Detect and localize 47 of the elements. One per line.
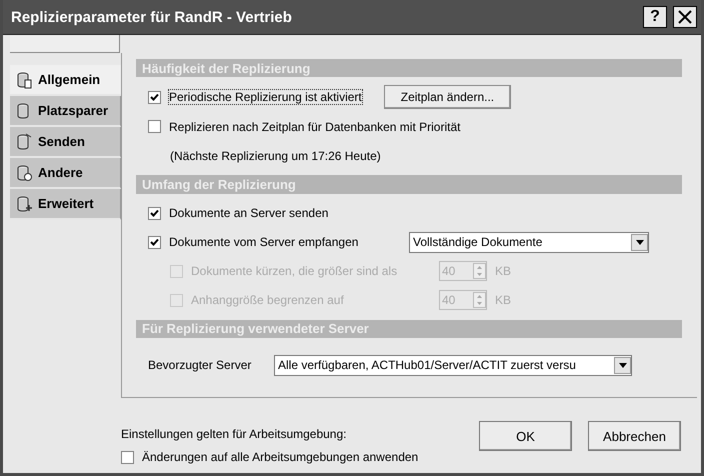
section-header: Für Replizierung verwendeter Server [136,320,682,338]
dialog-button[interactable]: Abbrechen [588,421,681,451]
section-header: Umfang der Replizierung [136,175,682,194]
tab-label: Erweitert [38,196,94,211]
caret-icon [618,362,626,368]
caret-icon [636,240,644,245]
sidebar-tab[interactable]: Erweitert [10,189,121,220]
spinner-arrows-icon [473,263,486,280]
checkbox[interactable] [121,450,134,464]
database-icon [16,70,32,88]
tab-label: Allgemein [38,72,100,87]
checkbox-label: Dokumente kürzen, die größer sind als [191,264,398,278]
note-text: (Nächste Replizierung um 17:26 Heute) [170,148,381,163]
schedule-button[interactable]: Zeitplan ändern... [384,85,512,110]
checkbox-label: Dokumente an Server senden [169,206,328,220]
footer-note: Einstellungen gelten für Arbeitsumgebung: [121,427,348,441]
sidebar-tab[interactable]: Senden [10,127,121,158]
checkbox[interactable] [148,206,161,220]
close-icon [678,10,692,24]
tab-label: Andere [38,165,83,180]
database-icon [16,164,32,182]
checkbox-label: Dokumente vom Server empfangen [169,235,360,250]
dropdown[interactable]: Alle verfügbaren, ACTHub01/Server/ACTIT zuerst versu [274,354,632,376]
database-icon [16,194,32,212]
section-header: Häufigkeit der Replizierung [136,59,682,78]
unit-label: KB [495,293,512,308]
close-button[interactable] [673,6,697,28]
checkbox[interactable] [148,90,161,104]
help-button[interactable]: ? [643,6,667,28]
checkbox-label: Periodische Replizierung ist aktiviert [169,90,362,104]
sidebar-tab[interactable]: Platzsparer [10,96,121,127]
dialog-button[interactable]: OK [479,421,572,451]
window-title: Replizierparameter für RandR - Vertrieb [11,8,293,26]
unit-label: KB [495,264,512,278]
sidebar-tab[interactable]: Allgemein [10,65,121,96]
checkbox[interactable] [148,120,161,134]
tab-label: Platzsparer [38,103,108,118]
checkbox-label: Replizieren nach Zeitplan für Datenbanken mit Priorität [169,120,460,134]
checkbox-label: Anhanggröße begrenzen auf [191,293,345,308]
checkbox-label: Änderungen auf alle Arbeitsumgebungen anwenden [142,450,418,464]
field-label: Bevorzugter Server [148,358,252,372]
database-icon [16,132,32,150]
spinner-arrows-icon [473,292,486,308]
tab-label: Senden [38,134,85,149]
sidebar-tab[interactable]: Andere [10,158,121,189]
checkbox[interactable] [148,236,161,249]
dropdown[interactable]: Vollständige Dokumente [409,232,649,253]
